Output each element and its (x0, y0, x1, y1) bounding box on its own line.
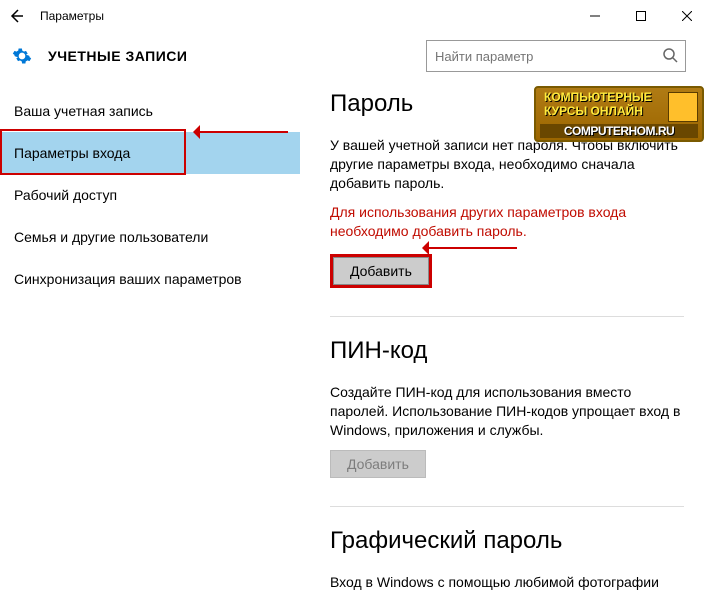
window-controls (572, 0, 710, 32)
pin-description: Создайте ПИН-код для использования вмест… (330, 383, 684, 440)
picture-password-description: Вход в Windows с помощью любимой фотогра… (330, 573, 684, 592)
search-icon (662, 47, 678, 66)
sidebar-item-label: Синхронизация ваших параметров (14, 271, 242, 287)
divider (330, 506, 684, 507)
password-warning: Для использования других параметров вход… (330, 203, 684, 241)
sidebar-item-work-access[interactable]: Рабочий доступ (0, 174, 300, 216)
section-title-picture-password: Графический пароль (330, 527, 684, 555)
sidebar-item-label: Ваша учетная запись (14, 103, 153, 119)
sidebar-item-family[interactable]: Семья и другие пользователи (0, 216, 300, 258)
password-description: У вашей учетной записи нет пароля. Чтобы… (330, 136, 684, 193)
sidebar: Ваша учетная запись Параметры входа Рабо… (0, 80, 300, 554)
back-button[interactable] (0, 0, 32, 32)
header-row: УЧЕТНЫЕ ЗАПИСИ (0, 32, 710, 80)
sidebar-item-sync[interactable]: Синхронизация ваших параметров (0, 258, 300, 300)
maximize-button[interactable] (618, 0, 664, 32)
badge-line1: КОМПЬЮТЕРНЫЕ (544, 90, 652, 104)
badge-logo-icon (668, 92, 698, 122)
sidebar-item-signin-options[interactable]: Параметры входа (0, 132, 300, 174)
sidebar-item-account[interactable]: Ваша учетная запись (0, 90, 300, 132)
annotation-arrow (427, 247, 517, 249)
minimize-button[interactable] (572, 0, 618, 32)
window-title: Параметры (32, 9, 104, 23)
watermark-badge: КОМПЬЮТЕРНЫЕ КУРСЫ ОНЛАЙН COMPUTERHOM.RU (534, 86, 704, 142)
annotation-arrow (198, 131, 288, 133)
sidebar-item-label: Рабочий доступ (14, 187, 117, 203)
section-title-pin: ПИН-код (330, 337, 684, 365)
close-button[interactable] (664, 0, 710, 32)
badge-url: COMPUTERHOM.RU (540, 124, 698, 138)
sidebar-item-label: Параметры входа (14, 145, 130, 161)
arrow-left-icon (8, 8, 24, 24)
add-pin-button: Добавить (330, 450, 426, 478)
search-input[interactable] (426, 40, 686, 72)
body: Ваша учетная запись Параметры входа Рабо… (0, 80, 710, 554)
divider (330, 316, 684, 317)
page-title: УЧЕТНЫЕ ЗАПИСИ (34, 48, 187, 64)
add-password-button[interactable]: Добавить (333, 257, 429, 285)
content: Пароль У вашей учетной записи нет пароля… (300, 80, 710, 554)
annotation-highlight-box: Добавить (330, 254, 432, 288)
titlebar: Параметры (0, 0, 710, 32)
gear-icon (10, 44, 34, 68)
search-wrap (426, 40, 686, 72)
sidebar-item-label: Семья и другие пользователи (14, 229, 208, 245)
badge-line2: КУРСЫ ОНЛАЙН (544, 104, 643, 118)
